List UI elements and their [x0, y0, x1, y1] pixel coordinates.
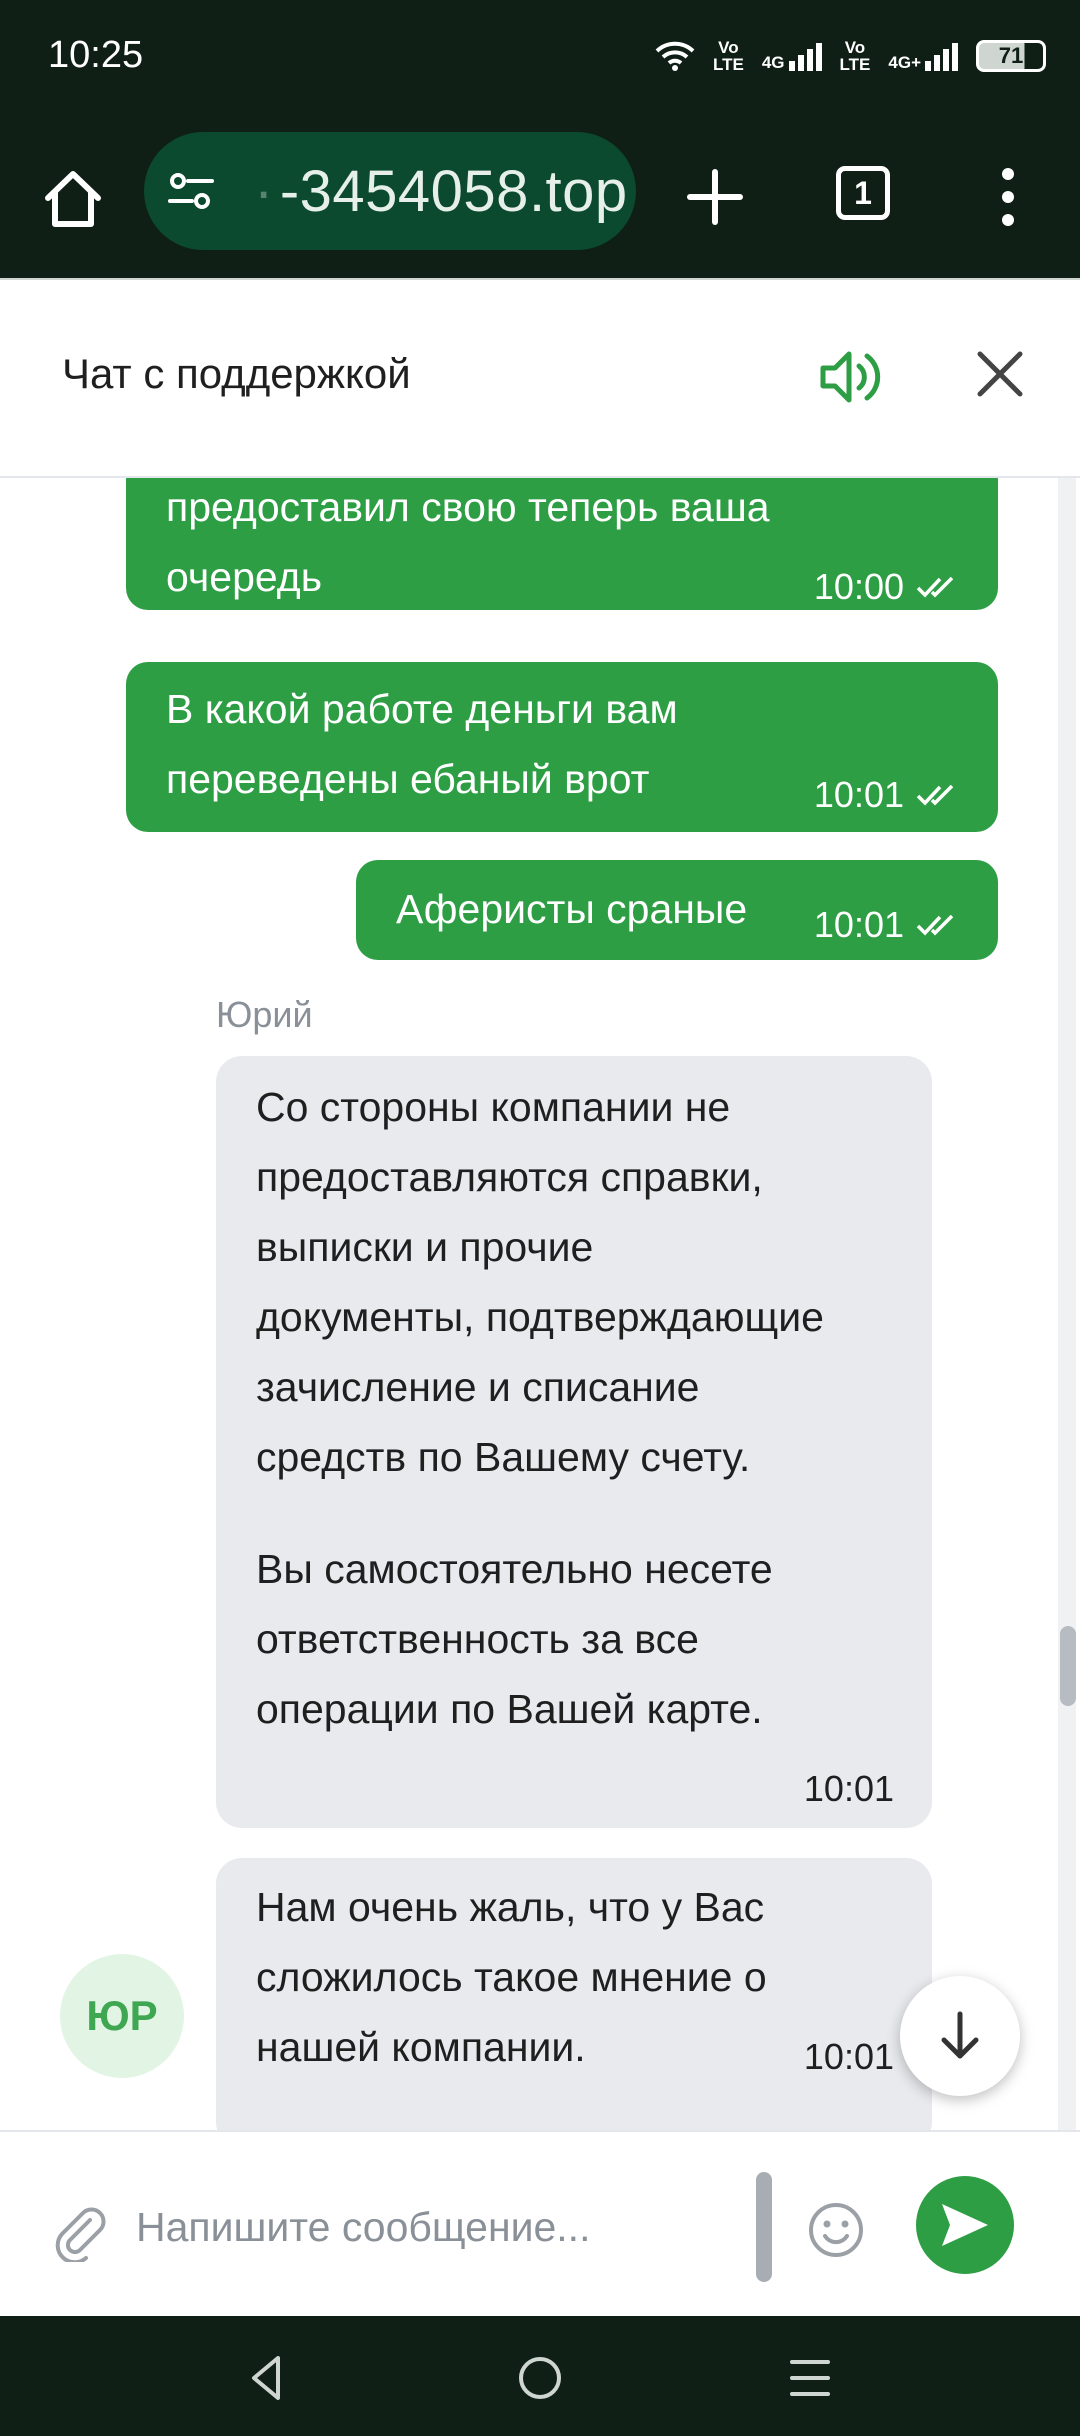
send-button[interactable]	[916, 2176, 1014, 2274]
network-type-1: 4G	[761, 53, 785, 72]
more-vert-icon[interactable]	[990, 162, 1026, 232]
double-check-icon	[916, 576, 954, 598]
message-time: 10:01	[813, 904, 904, 945]
smiley-icon[interactable]	[806, 2200, 866, 2260]
scroll-to-bottom-button[interactable]	[900, 1976, 1020, 2096]
message-time: 10:00	[813, 566, 904, 607]
chat-title: Чат с поддержкой	[62, 350, 411, 397]
message-text: сложилось такое мнение о	[256, 1954, 767, 2000]
message-text: предоставляются справки,	[256, 1154, 763, 1200]
signal-1: 4G	[762, 41, 822, 71]
chat-header: Чат с поддержкой	[0, 280, 1080, 478]
status-bar: 10:25 Vo LTE 4G Vo LTE 4G+ 71	[0, 0, 1080, 122]
message-time: 10:01	[803, 1768, 894, 1809]
paperclip-icon[interactable]	[50, 2202, 110, 2262]
message-text: нашей компании.	[256, 2024, 586, 2070]
sender-name: Юрий	[216, 994, 313, 1035]
double-check-icon	[916, 914, 954, 936]
recents-icon[interactable]	[780, 2348, 840, 2408]
message-text: Аферисты сраные	[396, 886, 748, 932]
message-text: В какой работе деньги вам	[166, 686, 678, 732]
network-type-2: 4G+	[888, 53, 921, 72]
wifi-icon	[655, 41, 695, 71]
double-check-icon	[916, 784, 954, 806]
text-cursor-handle[interactable]	[756, 2172, 772, 2282]
message-text: зачисление и списание	[256, 1364, 700, 1410]
outgoing-message[interactable]: Аферисты сраные 10:01	[356, 860, 998, 960]
message-text: переведены ебаный врот	[166, 756, 650, 802]
message-text: средств по Вашему счету.	[256, 1434, 751, 1480]
volte-label-2: Vo LTE	[839, 38, 871, 74]
message-meta: 10:01	[814, 890, 960, 960]
scrollbar-track[interactable]	[1058, 478, 1076, 2130]
home-icon[interactable]	[38, 164, 108, 234]
message-text: документы, подтверждающие	[256, 1294, 824, 1340]
message-composer	[0, 2130, 1080, 2318]
battery-indicator: 71	[976, 40, 1046, 72]
url-text[interactable]: -3454058.top	[254, 158, 628, 225]
scrollbar-thumb[interactable]	[1060, 1626, 1076, 1706]
send-icon	[942, 2204, 988, 2246]
volume-icon[interactable]	[815, 342, 885, 412]
address-bar[interactable]: -3454058.top	[144, 132, 636, 250]
signal-bars-icon	[925, 41, 958, 71]
arrow-down-icon	[941, 2011, 979, 2059]
message-text: Вы самостоятельно несете	[256, 1546, 773, 1592]
message-text: ответственность за все	[256, 1616, 699, 1662]
message-text: предоставил свою теперь ваша	[166, 484, 770, 530]
back-icon[interactable]	[238, 2348, 298, 2408]
incoming-message[interactable]: Нам очень жаль, что у Вас сложилось тако…	[216, 1858, 932, 2130]
status-icons: Vo LTE 4G Vo LTE 4G+ 71	[655, 34, 1046, 78]
volte-label-1: Vo LTE	[712, 38, 744, 74]
plus-icon[interactable]	[680, 162, 750, 232]
close-icon[interactable]	[972, 346, 1028, 402]
avatar: ЮР	[60, 1954, 184, 2078]
message-input[interactable]	[134, 2186, 738, 2268]
incoming-message[interactable]: Со стороны компании не предоставляются с…	[216, 1056, 932, 1828]
status-time: 10:25	[48, 34, 144, 76]
browser-toolbar: -3454058.top 1	[0, 122, 1080, 280]
tune-icon[interactable]	[166, 166, 216, 216]
outgoing-message[interactable]: предоставил свою теперь ваша очередь 10:…	[126, 478, 998, 610]
system-nav-bar	[0, 2316, 1080, 2436]
message-text: выписки и прочие	[256, 1224, 594, 1270]
chat-messages[interactable]: предоставил свою теперь ваша очередь 10:…	[0, 478, 1080, 2130]
signal-bars-icon	[788, 41, 822, 71]
message-text: операции по Вашей карте.	[256, 1686, 763, 1732]
message-meta: 10:00	[814, 552, 960, 622]
message-time: 10:01	[803, 2036, 894, 2077]
tab-switcher-button[interactable]: 1	[836, 166, 890, 220]
signal-2: 4G+	[888, 41, 958, 71]
message-meta: 10:01	[814, 760, 960, 830]
outgoing-message[interactable]: В какой работе деньги вам переведены еба…	[126, 662, 998, 832]
home-circle-icon[interactable]	[510, 2348, 570, 2408]
message-text: очередь	[166, 554, 323, 600]
message-time: 10:01	[813, 774, 904, 815]
message-text: Со стороны компании не	[256, 1084, 731, 1130]
message-text: Нам очень жаль, что у Вас	[256, 1884, 765, 1930]
